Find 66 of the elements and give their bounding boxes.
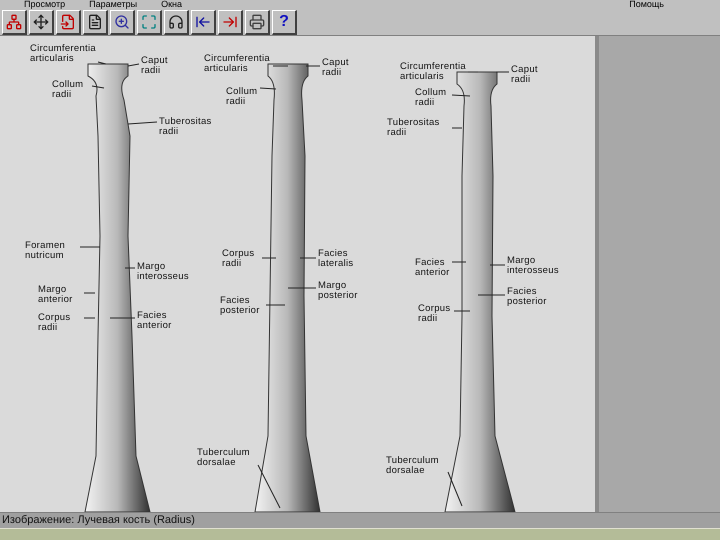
anatomy-label: Tuberositas radii	[387, 118, 440, 138]
anatomy-label: Facies anterior	[415, 258, 450, 278]
anatomy-label: Facies anterior	[137, 311, 172, 331]
anatomy-label: Facies posterior	[507, 287, 547, 307]
fit-icon	[141, 14, 157, 30]
anatomy-label: Caput radii	[511, 65, 538, 85]
leader-line	[260, 88, 276, 90]
leader-line	[258, 464, 280, 508]
toolbar-button[interactable]	[218, 10, 243, 34]
headphones-icon	[168, 14, 184, 30]
leader-line	[84, 292, 96, 294]
toolbar-button[interactable]	[137, 10, 162, 34]
move-icon	[33, 14, 49, 30]
leader-line	[490, 264, 506, 266]
leader-line	[266, 304, 286, 306]
leader-line	[454, 310, 470, 312]
menu-item[interactable]: Параметры	[89, 0, 138, 9]
toolbar-button[interactable]: ?	[272, 10, 297, 34]
toolbar-button[interactable]	[110, 10, 135, 34]
document-icon	[87, 14, 103, 30]
toolbar-button[interactable]	[245, 10, 270, 34]
menu-item[interactable]: Окна	[161, 0, 182, 9]
toolbar-button[interactable]	[29, 10, 54, 34]
document-arrow-icon	[60, 14, 76, 30]
toolbar-button[interactable]	[2, 10, 27, 34]
leader-line	[128, 64, 140, 66]
anatomy-label: Margo interosseus	[507, 256, 559, 276]
anatomy-label: Corpus radii	[418, 304, 450, 324]
leader-line	[80, 246, 100, 248]
leader-line	[128, 122, 158, 124]
anatomy-label: Circumferentia articularis	[400, 62, 466, 82]
anatomy-label: Facies posterior	[220, 296, 260, 316]
toolbar-button[interactable]	[83, 10, 108, 34]
menu-item[interactable]: Помощь	[629, 0, 664, 9]
printer-icon	[249, 14, 265, 30]
toolbar-button[interactable]	[164, 10, 189, 34]
anatomy-label: Margo posterior	[318, 281, 358, 301]
anatomy-label: Circumferentia articularis	[30, 44, 96, 64]
magnifier-icon	[114, 14, 130, 30]
anatomy-label: Circumferentia articularis	[204, 54, 270, 74]
anatomy-label: Margo anterior	[38, 285, 73, 305]
status-text: Изображение: Лучевая кость (Radius)	[2, 515, 195, 526]
anatomy-label: Margo interosseus	[137, 262, 189, 282]
toolbar-button[interactable]	[191, 10, 216, 34]
anatomy-label: Caput radii	[322, 58, 349, 78]
hierarchy-icon	[6, 14, 22, 30]
anatomy-label: Collum radii	[415, 88, 446, 108]
leader-line	[452, 94, 470, 96]
anatomy-label: Collum radii	[52, 80, 84, 100]
anatomy-label: Tuberculum dorsalae	[386, 456, 439, 476]
leader-line	[448, 472, 462, 506]
toolbar-button[interactable]	[56, 10, 81, 34]
anatomy-label: Tuberositas radii	[159, 117, 212, 137]
menu-item[interactable]: Просмотр	[24, 0, 66, 9]
arrow-left-icon	[195, 14, 211, 30]
anatomy-label: Tuberculum dorsalae	[197, 448, 250, 468]
anatomy-label: Caput radii	[141, 56, 168, 76]
anatomy-label: Collum radii	[226, 87, 258, 107]
leader-line	[92, 86, 104, 88]
anatomy-label: Facies lateralis	[318, 249, 354, 269]
anatomy-label: Foramen nutricum	[25, 241, 66, 261]
leader-line	[478, 294, 506, 296]
anatomy-label: Corpus radii	[222, 249, 254, 269]
anatomy-label: Corpus radii	[38, 313, 70, 333]
leader-line	[98, 62, 106, 64]
arrow-right-icon	[222, 14, 238, 30]
